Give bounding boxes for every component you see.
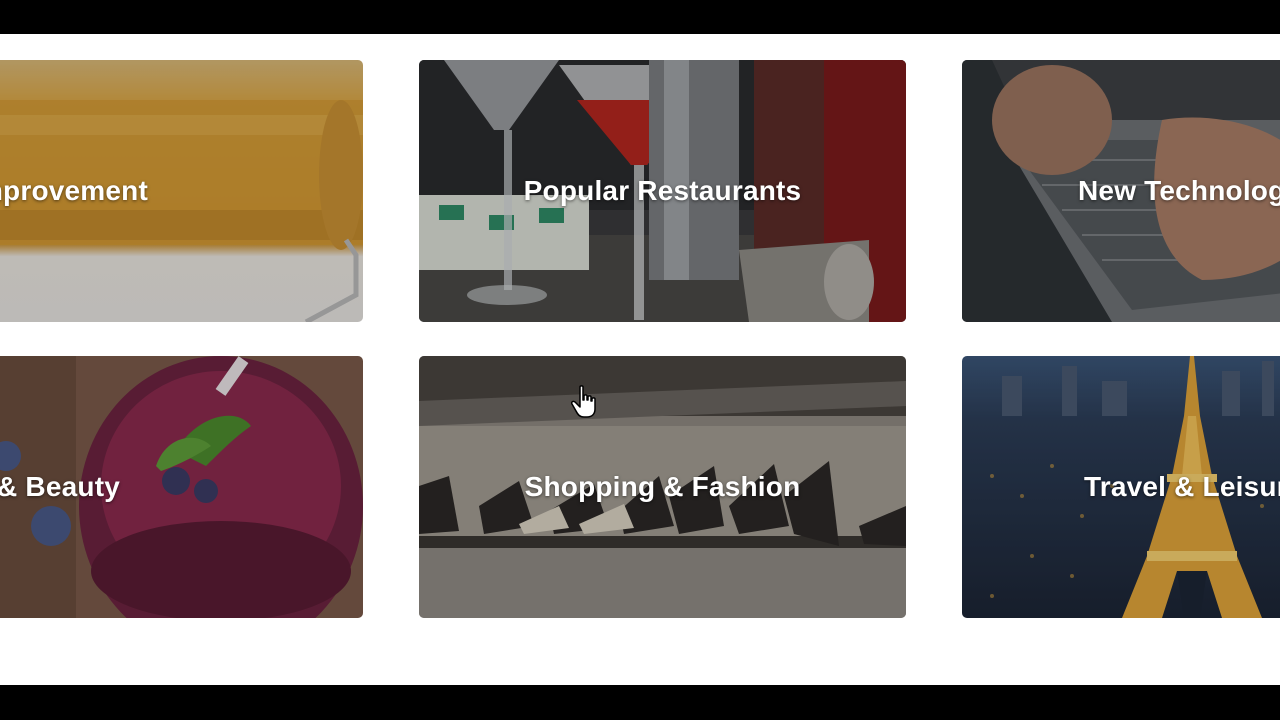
- category-tile-popular-restaurants[interactable]: Popular Restaurants: [419, 60, 906, 322]
- category-label: Shopping & Fashion: [524, 471, 801, 502]
- category-tile-health-beauty[interactable]: Health & Beauty: [0, 356, 363, 618]
- category-label: Health & Beauty: [0, 471, 120, 502]
- category-label: Travel & Leisure: [1084, 471, 1280, 502]
- category-label: New Technology: [1078, 175, 1280, 206]
- category-label: Popular Restaurants: [523, 175, 802, 206]
- category-tile-shopping-fashion[interactable]: Shopping & Fashion: [419, 356, 906, 618]
- hand-pointer-icon: [571, 385, 596, 418]
- category-tile-new-technology[interactable]: New Technology: [962, 60, 1280, 322]
- category-label: Home Improvement: [0, 175, 148, 206]
- video-frame: Home Improvement: [0, 0, 1280, 720]
- category-tile-home-improvement[interactable]: Home Improvement: [0, 60, 363, 322]
- category-tile-travel-leisure[interactable]: Travel & Leisure: [962, 356, 1280, 618]
- category-grid: Home Improvement: [0, 34, 1280, 685]
